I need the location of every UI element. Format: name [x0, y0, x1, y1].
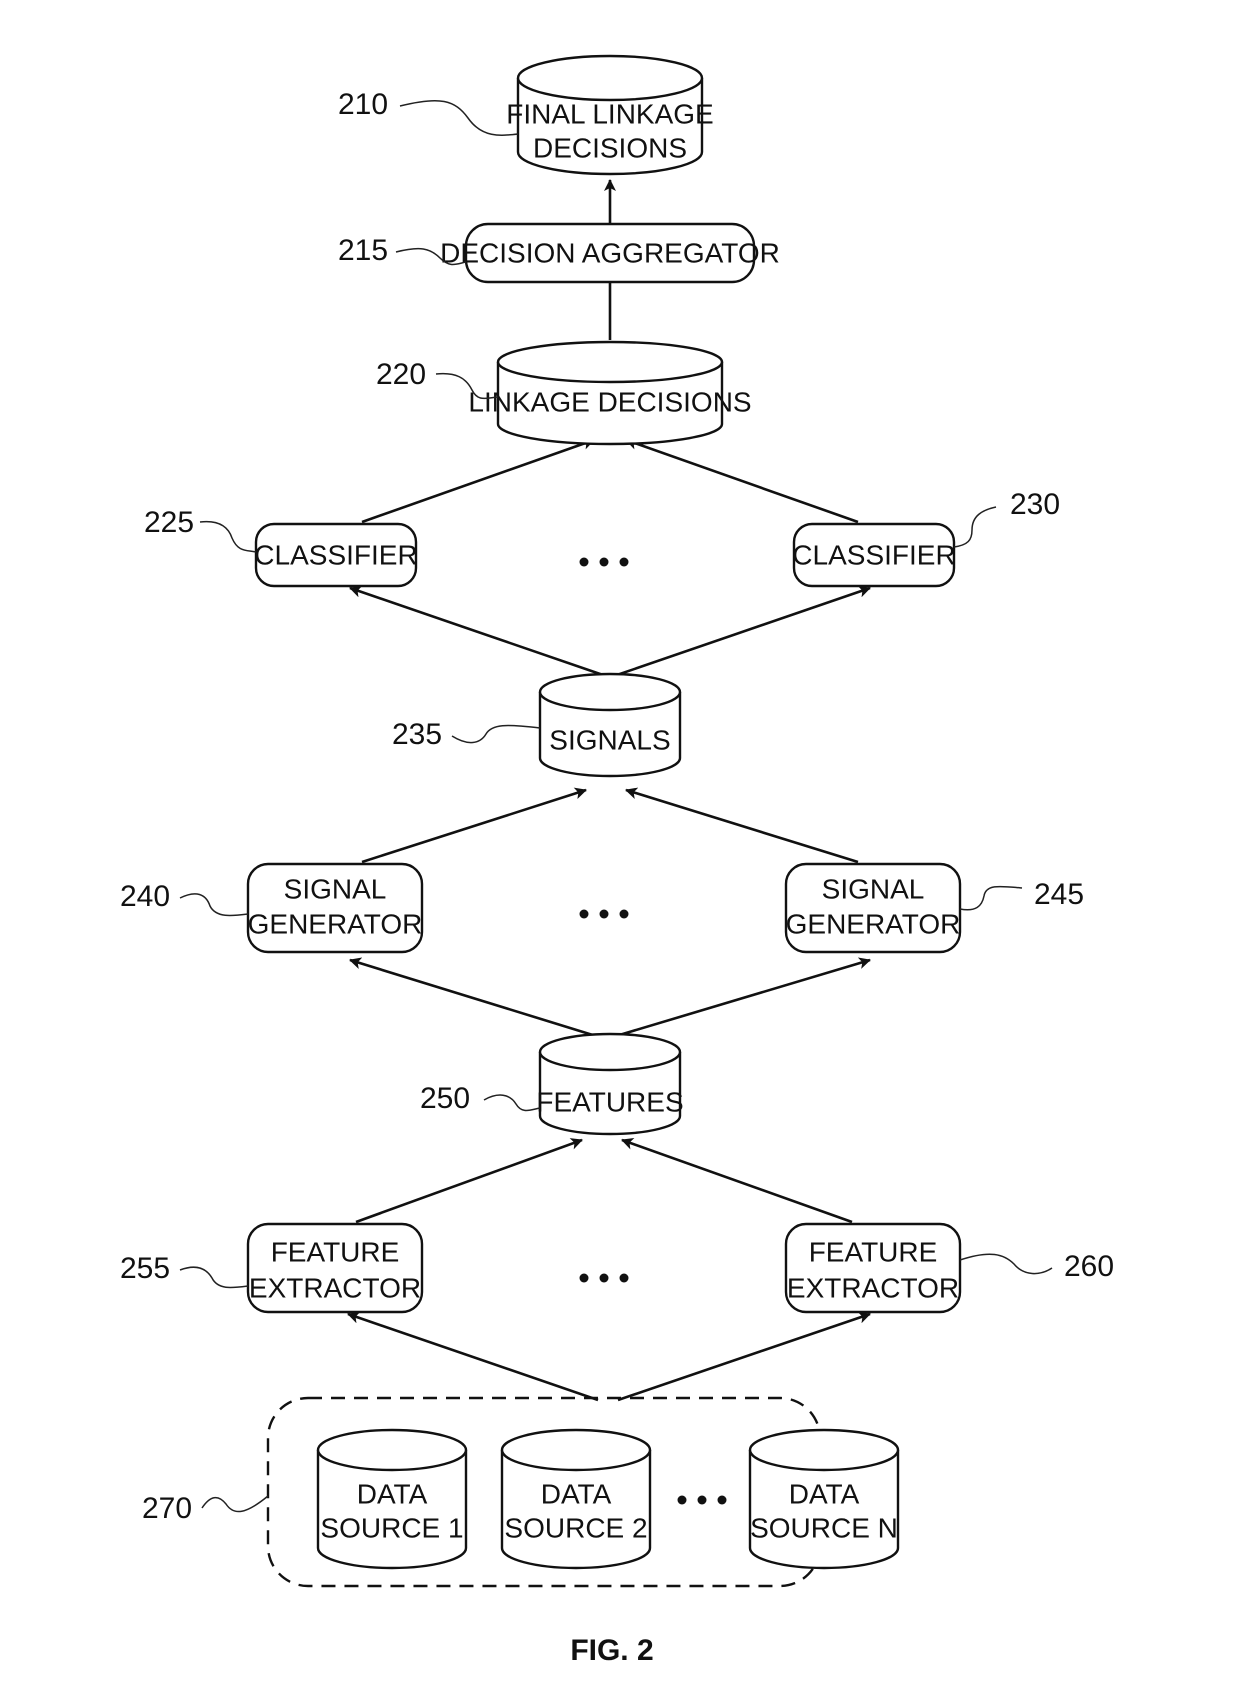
ellipsis-signal-generators — [579, 909, 629, 919]
edge-signals-to-classifier1 — [349, 585, 607, 678]
feature-extractor-right-line1: FEATURE — [809, 1236, 938, 1267]
data-source-1-line2: SOURCE 1 — [320, 1512, 463, 1543]
final-linkage-label-line1: FINAL LINKAGE — [506, 98, 713, 129]
ref-215: 215 — [338, 234, 388, 267]
leader-225 — [199, 520, 257, 553]
edge-signals-to-classifiern — [613, 585, 871, 678]
decision-aggregator-label: DECISION AGGREGATOR — [440, 237, 780, 268]
edge-siggen1-to-signals — [361, 787, 587, 864]
edge-classifiern-to-linkage — [625, 438, 859, 524]
signals-db[interactable]: SIGNALS — [538, 672, 682, 778]
data-source-1-db[interactable]: DATA SOURCE 1 — [316, 1428, 468, 1570]
feature-extractor-left-box[interactable]: FEATURE EXTRACTOR — [246, 1222, 424, 1314]
decision-aggregator-box[interactable]: DECISION AGGREGATOR — [440, 222, 780, 284]
leader-250 — [483, 1094, 541, 1112]
features-db[interactable]: FEATURES — [536, 1032, 684, 1136]
feature-extractor-right-box[interactable]: FEATURE EXTRACTOR — [784, 1222, 962, 1314]
ellipsis-data-sources — [677, 1495, 727, 1505]
edge-sources-to-featextn — [617, 1311, 871, 1402]
leader-210 — [399, 99, 519, 136]
signal-generator-left-box[interactable]: SIGNAL GENERATOR — [246, 862, 424, 954]
final-linkage-label-line2: DECISIONS — [533, 132, 687, 163]
diagram-canvas: FINAL LINKAGE DECISIONS 210 DECISION AGG… — [120, 54, 1114, 1667]
classifier-left-box[interactable]: CLASSIFIER — [254, 522, 418, 588]
figure-caption: FIG. 2 — [570, 1634, 653, 1667]
signal-generator-right-box[interactable]: SIGNAL GENERATOR — [784, 862, 962, 954]
signal-generator-left-line2: GENERATOR — [248, 908, 423, 939]
signal-generator-right-line2: GENERATOR — [786, 908, 961, 939]
signal-generator-right-line1: SIGNAL — [822, 873, 925, 904]
ref-220: 220 — [376, 358, 426, 391]
signals-label: SIGNALS — [549, 724, 670, 755]
edge-siggenn-to-signals — [625, 787, 859, 864]
data-source-2-db[interactable]: DATA SOURCE 2 — [500, 1428, 652, 1570]
linkage-decisions-label: LINKAGE DECISIONS — [468, 386, 751, 417]
ellipsis-classifiers — [579, 557, 629, 567]
feature-extractor-left-line1: FEATURE — [271, 1236, 400, 1267]
linkage-decisions-db[interactable]: LINKAGE DECISIONS — [468, 340, 752, 446]
data-source-1-line1: DATA — [357, 1478, 428, 1509]
ref-245: 245 — [1034, 878, 1084, 911]
feature-extractor-right-line2: EXTRACTOR — [787, 1272, 959, 1303]
ref-230: 230 — [1010, 488, 1060, 521]
edge-classifier1-to-linkage — [361, 438, 595, 524]
ref-240: 240 — [120, 880, 170, 913]
signal-generator-left-line1: SIGNAL — [284, 873, 387, 904]
features-label: FEATURES — [536, 1086, 683, 1117]
classifier-right-box[interactable]: CLASSIFIER — [792, 522, 956, 588]
edge-features-to-siggen1 — [349, 957, 597, 1038]
ref-235: 235 — [392, 718, 442, 751]
edge-features-to-siggenn — [615, 957, 871, 1038]
ellipsis-feature-extractors — [579, 1273, 629, 1283]
edge-featextn-to-features — [621, 1138, 853, 1224]
edge-sources-to-featext1 — [347, 1311, 599, 1402]
leader-235 — [451, 724, 541, 744]
leader-240 — [179, 893, 249, 917]
data-source-n-line2: SOURCE N — [750, 1512, 898, 1543]
data-source-2-line1: DATA — [541, 1478, 612, 1509]
leader-270 — [201, 1495, 269, 1513]
leader-260 — [959, 1253, 1053, 1275]
data-source-n-line1: DATA — [789, 1478, 860, 1509]
classifier-left-label: CLASSIFIER — [254, 539, 417, 570]
data-source-n-db[interactable]: DATA SOURCE N — [748, 1428, 900, 1570]
data-sources-group[interactable]: DATA SOURCE 1 DATA SOURCE 2 DATA SOURCE … — [266, 1396, 900, 1588]
leader-255 — [179, 1266, 249, 1289]
ref-255: 255 — [120, 1252, 170, 1285]
edge-featext1-to-features — [355, 1138, 583, 1224]
ref-250: 250 — [420, 1082, 470, 1115]
feature-extractor-left-line2: EXTRACTOR — [249, 1272, 421, 1303]
classifier-right-label: CLASSIFIER — [792, 539, 955, 570]
data-source-2-line2: SOURCE 2 — [504, 1512, 647, 1543]
ref-270: 270 — [142, 1492, 192, 1525]
ref-225: 225 — [144, 506, 194, 539]
ref-210: 210 — [338, 88, 388, 121]
final-linkage-decisions-db[interactable]: FINAL LINKAGE DECISIONS — [506, 54, 714, 176]
database-icon — [538, 1032, 682, 1136]
leader-245 — [959, 885, 1023, 911]
leader-230 — [953, 506, 997, 548]
ref-260: 260 — [1064, 1250, 1114, 1283]
